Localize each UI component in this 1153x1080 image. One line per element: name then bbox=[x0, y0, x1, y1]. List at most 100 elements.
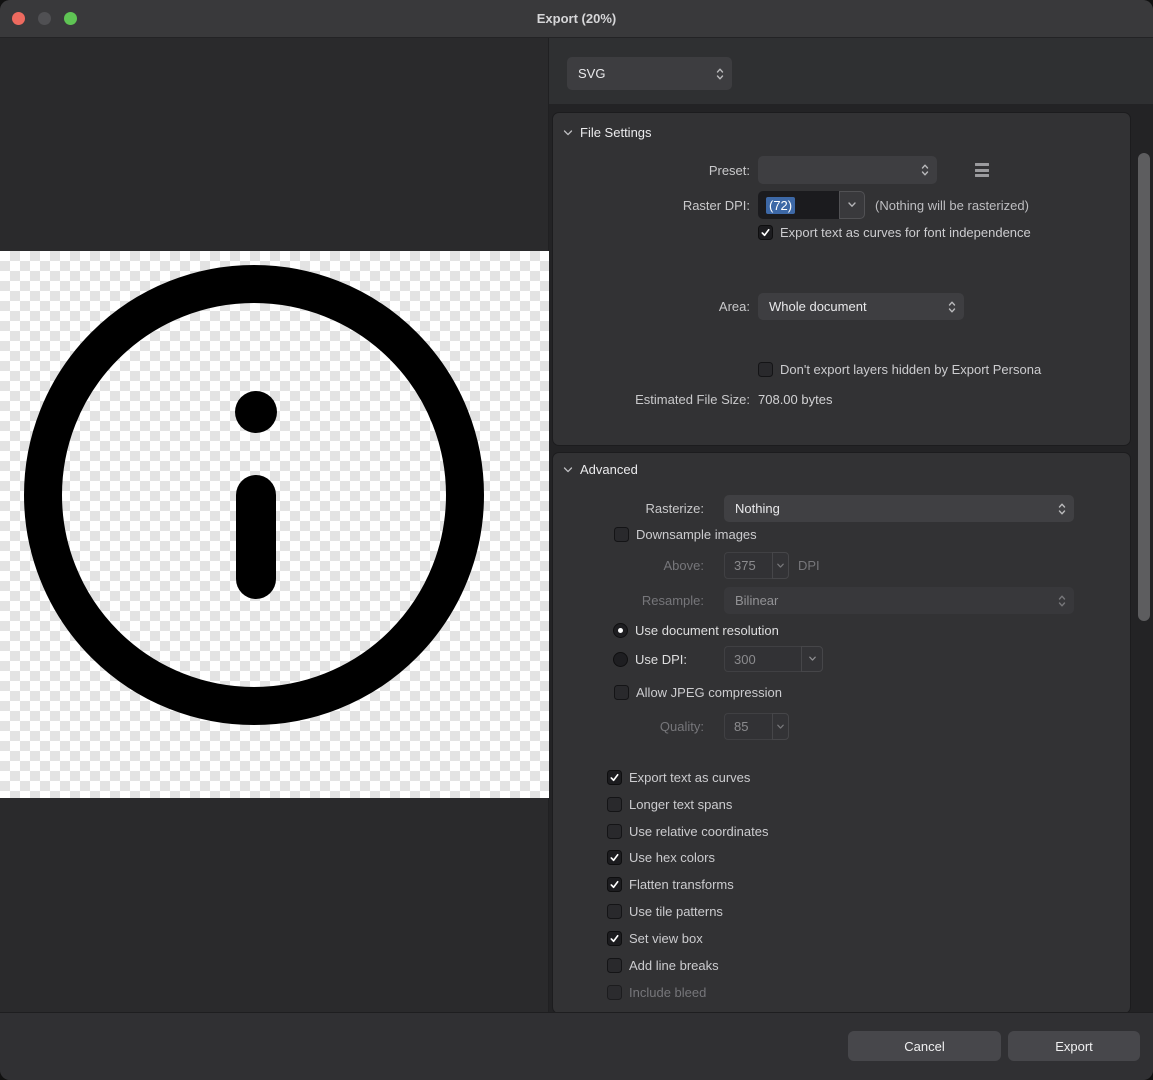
quality-combo: 85 bbox=[724, 713, 789, 740]
scrollbar-thumb[interactable] bbox=[1138, 153, 1150, 621]
option-use-hex-colors[interactable]: Use hex colors bbox=[607, 849, 715, 865]
chevron-down-icon bbox=[847, 202, 857, 208]
export-options-pane: SVG File Settings Prese bbox=[549, 38, 1153, 1012]
use-relative-coordinates-checkbox[interactable] bbox=[607, 824, 622, 839]
hidden-layers-checkbox-row[interactable]: Don't export layers hidden by Export Per… bbox=[758, 361, 1041, 377]
format-select[interactable]: SVG bbox=[567, 57, 732, 90]
chevron-up-down-icon bbox=[1057, 593, 1067, 609]
above-combo: 375 bbox=[724, 552, 789, 579]
set-view-box-checkbox[interactable] bbox=[607, 931, 622, 946]
window-title: Export (20%) bbox=[0, 0, 1153, 38]
chevron-up-down-icon bbox=[715, 66, 725, 82]
hidden-layers-checkbox[interactable] bbox=[758, 362, 773, 377]
chevron-up-down-icon bbox=[1057, 501, 1067, 517]
downsample-checkbox-row[interactable]: Downsample images bbox=[614, 526, 757, 542]
area-select[interactable]: Whole document bbox=[758, 293, 964, 320]
option-flatten-transforms[interactable]: Flatten transforms bbox=[607, 876, 734, 892]
export-dialog: Export (20%) SVG bbox=[0, 0, 1153, 1080]
checkmark-icon bbox=[609, 772, 620, 783]
area-row: Area: Whole document bbox=[553, 293, 1130, 320]
chevron-down-icon bbox=[776, 724, 785, 730]
above-input[interactable]: 375 bbox=[724, 552, 772, 579]
flatten-transforms-checkbox[interactable] bbox=[607, 877, 622, 892]
use-tile-patterns-checkbox[interactable] bbox=[607, 904, 622, 919]
chevron-down-icon bbox=[808, 656, 817, 662]
options-scroll-region[interactable]: File Settings Preset: Raster bbox=[549, 104, 1153, 1012]
longer-text-spans-checkbox[interactable] bbox=[607, 797, 622, 812]
option-set-view-box[interactable]: Set view box bbox=[607, 930, 703, 946]
option-use-relative-coordinates[interactable]: Use relative coordinates bbox=[607, 823, 768, 839]
export-button[interactable]: Export bbox=[1008, 1031, 1140, 1061]
add-line-breaks-checkbox[interactable] bbox=[607, 958, 622, 973]
option-add-line-breaks[interactable]: Add line breaks bbox=[607, 957, 719, 973]
use-dpi-radio[interactable] bbox=[613, 652, 628, 667]
rasterize-label: Rasterize: bbox=[553, 501, 704, 516]
resample-row: Resample: Bilinear bbox=[553, 587, 1130, 614]
preset-menu-icon[interactable] bbox=[975, 163, 989, 177]
rasterize-select[interactable]: Nothing bbox=[724, 495, 1074, 522]
option-label: Add line breaks bbox=[629, 958, 719, 973]
use-doc-resolution-radio[interactable] bbox=[613, 623, 628, 638]
raster-dpi-dropdown-button[interactable] bbox=[839, 191, 865, 219]
quality-input[interactable]: 85 bbox=[724, 713, 772, 740]
option-longer-text-spans[interactable]: Longer text spans bbox=[607, 796, 732, 812]
above-label: Above: bbox=[553, 558, 704, 573]
raster-dpi-input[interactable]: (72) bbox=[758, 191, 839, 219]
dialog-body: SVG File Settings Prese bbox=[0, 38, 1153, 1012]
export-preview-area bbox=[0, 38, 549, 1012]
curves-font-checkbox[interactable] bbox=[758, 225, 773, 240]
resample-select: Bilinear bbox=[724, 587, 1074, 614]
raster-dpi-selected-text: (72) bbox=[766, 197, 795, 214]
use-doc-resolution-radio-row[interactable]: Use document resolution bbox=[613, 622, 779, 638]
area-select-value: Whole document bbox=[758, 299, 964, 314]
chevron-up-down-icon bbox=[920, 162, 930, 178]
estimated-size-row: Estimated File Size: 708.00 bytes bbox=[553, 391, 1130, 408]
advanced-panel: Advanced Rasterize: Nothing bbox=[552, 452, 1131, 1012]
option-label: Flatten transforms bbox=[629, 877, 734, 892]
info-icon-artwork bbox=[0, 251, 549, 798]
format-strip: SVG bbox=[549, 38, 1153, 104]
allow-jpeg-checkbox-row[interactable]: Allow JPEG compression bbox=[614, 684, 782, 700]
above-dropdown-button[interactable] bbox=[772, 552, 789, 579]
use-dpi-label: Use DPI: bbox=[635, 652, 687, 667]
chevron-up-down-icon bbox=[947, 299, 957, 315]
above-dpi-row: Above: 375 DPI bbox=[553, 552, 1130, 579]
option-label: Use tile patterns bbox=[629, 904, 723, 919]
quality-dropdown-button[interactable] bbox=[772, 713, 789, 740]
option-label: Set view box bbox=[629, 931, 703, 946]
include-bleed-checkbox bbox=[607, 985, 622, 1000]
cancel-button[interactable]: Cancel bbox=[848, 1031, 1001, 1061]
advanced-header[interactable]: Advanced bbox=[563, 462, 638, 477]
advanced-title: Advanced bbox=[580, 462, 638, 477]
area-label: Area: bbox=[553, 299, 750, 314]
option-label: Use relative coordinates bbox=[629, 824, 768, 839]
option-label: Include bleed bbox=[629, 985, 706, 1000]
export-text-as-curves-checkbox[interactable] bbox=[607, 770, 622, 785]
use-dpi-dropdown-button[interactable] bbox=[801, 646, 823, 672]
raster-dpi-label: Raster DPI: bbox=[553, 198, 750, 213]
option-label: Longer text spans bbox=[629, 797, 732, 812]
use-dpi-input[interactable]: 300 bbox=[724, 646, 801, 672]
preset-select[interactable] bbox=[758, 156, 937, 184]
option-export-text-as-curves[interactable]: Export text as curves bbox=[607, 769, 750, 785]
rasterize-select-value: Nothing bbox=[724, 501, 1074, 516]
downsample-checkbox[interactable] bbox=[614, 527, 629, 542]
rasterize-row: Rasterize: Nothing bbox=[553, 495, 1130, 522]
use-dpi-combo: 300 bbox=[724, 646, 823, 672]
use-hex-colors-checkbox[interactable] bbox=[607, 850, 622, 865]
preset-label: Preset: bbox=[553, 163, 750, 178]
file-settings-header[interactable]: File Settings bbox=[563, 125, 652, 140]
curves-font-label: Export text as curves for font independe… bbox=[780, 225, 1031, 240]
use-dpi-radio-row[interactable]: Use DPI: bbox=[613, 651, 687, 667]
option-use-tile-patterns[interactable]: Use tile patterns bbox=[607, 903, 723, 919]
curves-font-checkbox-row[interactable]: Export text as curves for font independe… bbox=[758, 224, 1031, 240]
raster-dpi-combo: (72) bbox=[758, 191, 865, 219]
preview-canvas bbox=[0, 251, 549, 798]
format-select-value: SVG bbox=[567, 66, 732, 81]
use-doc-resolution-label: Use document resolution bbox=[635, 623, 779, 638]
checkmark-icon bbox=[609, 852, 620, 863]
titlebar[interactable]: Export (20%) bbox=[0, 0, 1153, 38]
allow-jpeg-checkbox[interactable] bbox=[614, 685, 629, 700]
checkmark-icon bbox=[609, 879, 620, 890]
raster-dpi-row: Raster DPI: (72) (Nothing will be bbox=[553, 191, 1130, 219]
